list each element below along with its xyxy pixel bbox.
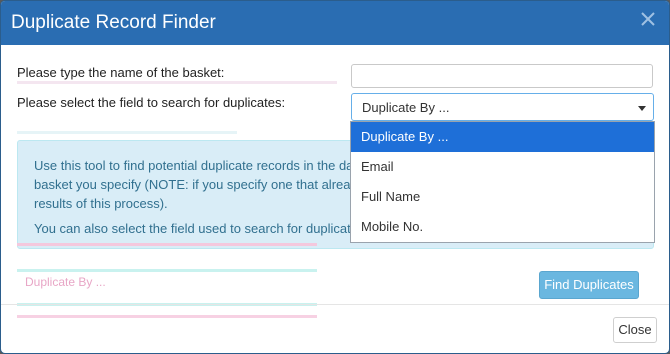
field-dropdown-list: Duplicate By ... Email Full Name Mobile … — [350, 121, 655, 243]
find-duplicates-button[interactable]: Find Duplicates — [539, 271, 639, 299]
field-label: Please select the field to search for du… — [17, 95, 286, 110]
duplicate-field-select[interactable]: Duplicate By ... — [351, 93, 654, 121]
basket-label: Please type the name of the basket: — [17, 65, 225, 80]
close-icon[interactable] — [639, 10, 657, 28]
ghost-band — [17, 81, 337, 84]
caret-down-icon — [637, 101, 647, 111]
duplicate-finder-dialog: Duplicate Record Finder Please type the … — [1, 1, 669, 353]
ghost-band — [17, 269, 317, 272]
dropdown-option[interactable]: Email — [351, 152, 654, 182]
dropdown-option[interactable]: Duplicate By ... — [351, 122, 654, 152]
footer-divider — [1, 304, 669, 305]
info-line: basket you specify (NOTE: if you specify… — [34, 177, 354, 192]
info-line: results of this process). — [34, 196, 168, 211]
dropdown-option[interactable]: Mobile No. — [351, 212, 654, 242]
info-line: Use this tool to find potential duplicat… — [34, 158, 354, 173]
close-button[interactable]: Close — [613, 317, 657, 343]
info-line: You can also select the field used to se… — [34, 221, 354, 236]
dropdown-option[interactable]: Full Name — [351, 182, 654, 212]
dialog-titlebar: Duplicate Record Finder — [1, 1, 669, 45]
ghost-text: Duplicate By ... — [25, 275, 106, 289]
ghost-band — [17, 243, 317, 246]
ghost-band — [17, 131, 237, 134]
basket-name-input[interactable] — [351, 64, 653, 88]
select-value: Duplicate By ... — [362, 100, 450, 115]
dialog-title: Duplicate Record Finder — [11, 12, 216, 33]
ghost-band — [17, 315, 317, 318]
